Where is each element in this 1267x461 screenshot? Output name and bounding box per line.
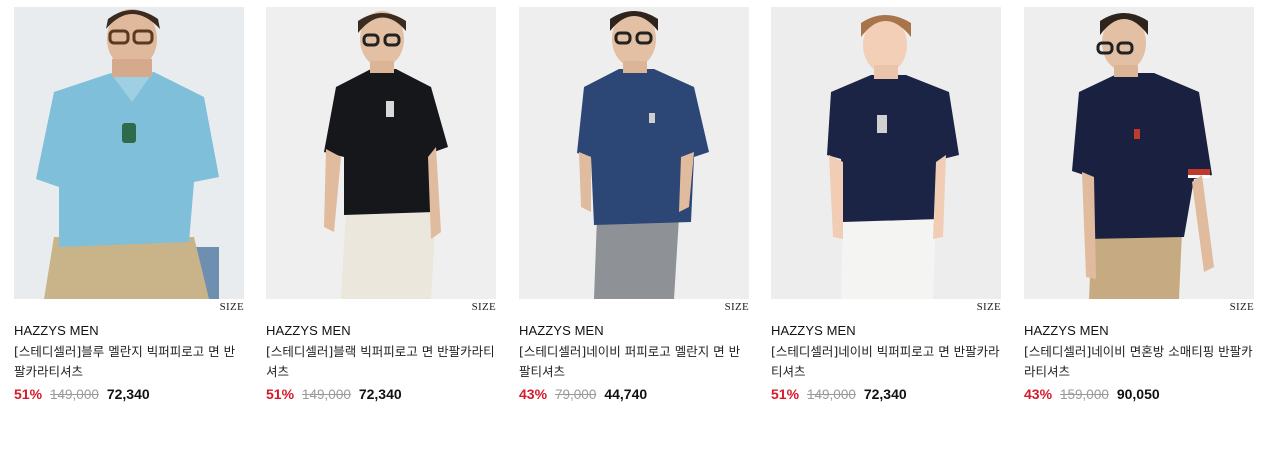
product-name[interactable]: [스테디셀러]네이비 퍼피로고 멜란지 면 반팔티셔츠 — [519, 342, 749, 382]
original-price: 149,000 — [50, 387, 99, 402]
sale-price: 44,740 — [604, 386, 648, 402]
size-button[interactable]: SIZE — [220, 301, 244, 313]
discount-rate: 51% — [266, 386, 295, 402]
product-brand[interactable]: HAZZYS MEN — [14, 322, 244, 339]
size-button[interactable]: SIZE — [1230, 301, 1254, 313]
product-name[interactable]: [스테디셀러]블랙 빅퍼피로고 면 반팔카라티셔츠 — [266, 342, 496, 382]
price-row: 51% 149,000 72,340 — [266, 386, 496, 402]
discount-rate: 43% — [519, 386, 548, 402]
product-image[interactable] — [266, 7, 496, 299]
discount-rate: 51% — [771, 386, 800, 402]
sale-price: 90,050 — [1116, 386, 1160, 402]
product-brand[interactable]: HAZZYS MEN — [266, 322, 496, 339]
sale-price: 72,340 — [358, 386, 402, 402]
sale-price: 72,340 — [863, 386, 907, 402]
size-button[interactable]: SIZE — [977, 301, 1001, 313]
discount-rate: 43% — [1024, 386, 1053, 402]
product-brand[interactable]: HAZZYS MEN — [771, 322, 1001, 339]
price-row: 43% 159,000 90,050 — [1024, 386, 1254, 402]
product-card[interactable]: SIZE HAZZYS MEN [스테디셀러]블루 멜란지 빅퍼피로고 면 반팔… — [14, 7, 244, 402]
product-card[interactable]: SIZE HAZZYS MEN [스테디셀러]네이비 면혼방 소매티핑 반팔카라… — [1024, 7, 1254, 402]
discount-rate: 51% — [14, 386, 43, 402]
price-row: 43% 79,000 44,740 — [519, 386, 749, 402]
product-card[interactable]: SIZE HAZZYS MEN [스테디셀러]블랙 빅퍼피로고 면 반팔카라티셔… — [266, 7, 496, 402]
product-card[interactable]: SIZE HAZZYS MEN [스테디셀러]네이비 퍼피로고 멜란지 면 반팔… — [519, 7, 749, 402]
product-image[interactable] — [771, 7, 1001, 299]
product-image[interactable] — [14, 7, 244, 299]
original-price: 149,000 — [807, 387, 856, 402]
product-name[interactable]: [스테디셀러]블루 멜란지 빅퍼피로고 면 반팔카라티셔츠 — [14, 342, 244, 382]
product-image[interactable] — [519, 7, 749, 299]
product-card[interactable]: SIZE HAZZYS MEN [스테디셀러]네이비 빅퍼피로고 면 반팔카라티… — [771, 7, 1001, 402]
price-row: 51% 149,000 72,340 — [771, 386, 1001, 402]
sale-price: 72,340 — [106, 386, 150, 402]
size-button[interactable]: SIZE — [725, 301, 749, 313]
product-name[interactable]: [스테디셀러]네이비 면혼방 소매티핑 반팔카라티셔츠 — [1024, 342, 1254, 382]
original-price: 159,000 — [1060, 387, 1109, 402]
product-brand[interactable]: HAZZYS MEN — [519, 322, 749, 339]
original-price: 149,000 — [302, 387, 351, 402]
product-brand[interactable]: HAZZYS MEN — [1024, 322, 1254, 339]
product-grid: SIZE HAZZYS MEN [스테디셀러]블루 멜란지 빅퍼피로고 면 반팔… — [0, 0, 1267, 461]
product-image[interactable] — [1024, 7, 1254, 299]
product-name[interactable]: [스테디셀러]네이비 빅퍼피로고 면 반팔카라티셔츠 — [771, 342, 1001, 382]
original-price: 79,000 — [555, 387, 597, 402]
size-button[interactable]: SIZE — [472, 301, 496, 313]
price-row: 51% 149,000 72,340 — [14, 386, 244, 402]
